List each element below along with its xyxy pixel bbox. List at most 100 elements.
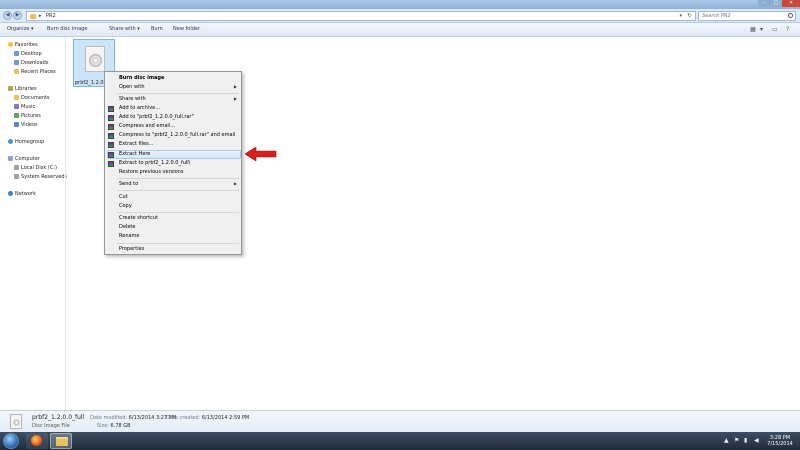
winrar-icon: [108, 124, 114, 130]
firefox-icon: [31, 435, 42, 446]
breadcrumb-arrow-icon[interactable]: ▸: [39, 13, 42, 19]
sidebar-label: Pictures: [21, 113, 41, 119]
menu-separator: [117, 93, 239, 94]
volume-icon[interactable]: ◀: [754, 437, 759, 444]
address-input[interactable]: ▸ PR2 ▾ ↻: [26, 11, 696, 21]
desktop-icon: [14, 51, 19, 56]
submenu-arrow-icon: ▶: [233, 84, 237, 89]
menu-item-properties[interactable]: Properties: [119, 246, 144, 252]
sidebar-item-videos[interactable]: Videos: [14, 122, 38, 128]
explorer-icon: [56, 437, 68, 446]
sidebar-item-system-reserved[interactable]: System Reserved (E:): [14, 174, 75, 180]
menu-separator: [117, 212, 239, 213]
pictures-icon: [14, 113, 19, 118]
back-button[interactable]: ◀: [3, 11, 12, 20]
sidebar-item-network[interactable]: Network: [8, 191, 36, 197]
view-icon[interactable]: ▦: [750, 26, 756, 33]
details-date-created: Date created: 6/13/2014 2:59 PM: [166, 415, 249, 421]
homegroup-icon: [8, 139, 13, 144]
sidebar-item-downloads[interactable]: Downloads: [14, 60, 48, 66]
submenu-arrow-icon: ▶: [233, 96, 237, 101]
taskbar-firefox[interactable]: [26, 433, 48, 449]
menu-item-restore-versions[interactable]: Restore previous versions: [119, 169, 183, 175]
menu-separator: [117, 190, 239, 191]
drive-icon: [14, 165, 19, 170]
disc-icon: [13, 419, 20, 426]
share-with-button[interactable]: Share with ▾: [109, 26, 140, 32]
context-menu: Burn disc image Open with ▶ Share with ▶…: [104, 71, 242, 255]
sidebar-item-homegroup[interactable]: Homegroup: [8, 139, 44, 145]
breadcrumb-pr2[interactable]: PR2: [46, 13, 56, 19]
minimize-button[interactable]: –: [758, 0, 770, 7]
sidebar-label: Recent Places: [21, 69, 56, 75]
details-key: Date created:: [166, 415, 201, 421]
menu-item-add-to-archive[interactable]: Add to archive...: [119, 105, 160, 111]
details-date-modified: Date modified: 6/13/2014 3:27 PM: [90, 415, 176, 421]
menu-item-send-to[interactable]: Send to: [119, 181, 138, 187]
sidebar-item-pictures[interactable]: Pictures: [14, 113, 41, 119]
menu-item-burn-disc-image[interactable]: Burn disc image: [119, 75, 164, 81]
sidebar-item-documents[interactable]: Documents: [14, 95, 50, 101]
sidebar-item-libraries[interactable]: Libraries: [8, 86, 37, 92]
sidebar-label: Desktop: [21, 51, 42, 57]
sidebar-label: Videos: [21, 122, 38, 128]
system-clock[interactable]: 3:28 PM 7/15/2014: [766, 435, 794, 447]
menu-item-compress-email[interactable]: Compress and email...: [119, 123, 175, 129]
refresh-icon[interactable]: ↻: [687, 12, 692, 19]
sidebar-item-local-disk[interactable]: Local Disk (C:): [14, 165, 57, 171]
menu-label: Open with: [119, 84, 145, 90]
computer-icon: [8, 156, 13, 161]
view-dropdown-icon[interactable]: ▾: [760, 26, 763, 33]
forward-button[interactable]: ▶: [13, 11, 22, 20]
search-box[interactable]: [698, 11, 796, 21]
maximize-button[interactable]: □: [770, 0, 782, 7]
help-icon[interactable]: ?: [786, 26, 789, 33]
new-folder-button[interactable]: New folder: [173, 26, 200, 32]
menu-item-add-to-rar[interactable]: Add to "prbf2_1.2.0.0_full.rar": [119, 114, 194, 120]
window-title-bar: – □ ✕: [0, 0, 800, 9]
taskbar: ▲ ⚑ ▮ ◀ 3:28 PM 7/15/2014: [0, 432, 800, 450]
details-size: Size: 6.78 GB: [97, 423, 131, 429]
sidebar-item-music[interactable]: Music: [14, 104, 35, 110]
sidebar-item-desktop[interactable]: Desktop: [14, 51, 42, 57]
taskbar-explorer[interactable]: [50, 433, 72, 449]
details-pane: prbf2_1.2.0.0_full Disc Image File Date …: [0, 410, 800, 432]
menu-item-extract-files[interactable]: Extract files...: [119, 141, 154, 147]
menu-item-cut[interactable]: Cut: [119, 194, 128, 200]
details-value: 6/13/2014 2:59 PM: [201, 415, 250, 421]
menu-item-extract-to[interactable]: Extract to prbf2_1.2.0.0_full\: [119, 160, 190, 166]
preview-pane-icon[interactable]: ▭: [772, 26, 778, 33]
menu-separator: [117, 243, 239, 244]
organize-button[interactable]: Organize ▾: [7, 26, 34, 32]
start-button[interactable]: [3, 433, 19, 449]
star-icon: [8, 42, 13, 47]
menu-item-delete[interactable]: Delete: [119, 224, 135, 230]
details-key: Size:: [97, 423, 109, 429]
menu-item-compress-rar-email[interactable]: Compress to "prbf2_1.2.0.0_full.rar" and…: [119, 132, 235, 138]
search-icon[interactable]: [788, 13, 793, 18]
menu-item-rename[interactable]: Rename: [119, 233, 140, 239]
address-dropdown-icon[interactable]: ▾: [679, 13, 682, 19]
burn-disc-image-button[interactable]: Burn disc image: [47, 26, 87, 32]
action-center-icon[interactable]: ⚑: [734, 437, 739, 444]
burn-button[interactable]: Burn: [151, 26, 163, 32]
sidebar-item-favorites[interactable]: Favorites: [8, 42, 38, 48]
red-arrow-icon: [245, 147, 277, 161]
menu-item-share-with[interactable]: Share with: [119, 96, 146, 102]
menu-item-copy[interactable]: Copy: [119, 203, 132, 209]
menu-item-create-shortcut[interactable]: Create shortcut: [119, 215, 158, 221]
sidebar-label: Local Disk (C:): [21, 165, 57, 171]
menu-separator: [117, 178, 239, 179]
network-status-icon[interactable]: ▮: [744, 437, 747, 444]
sidebar-item-computer[interactable]: Computer: [8, 156, 40, 162]
search-input[interactable]: [699, 12, 784, 20]
downloads-icon: [14, 60, 19, 65]
close-button[interactable]: ✕: [782, 0, 800, 7]
sidebar-label: Music: [21, 104, 36, 110]
sidebar-item-recent-places[interactable]: Recent Places: [14, 69, 56, 75]
clock-date: 7/15/2014: [767, 441, 793, 447]
menu-item-extract-here[interactable]: Extract Here: [119, 151, 150, 157]
details-file-type: Disc Image File: [32, 423, 70, 429]
show-hidden-icons-icon[interactable]: ▲: [724, 437, 729, 444]
menu-item-open-with[interactable]: Open with: [119, 84, 239, 90]
